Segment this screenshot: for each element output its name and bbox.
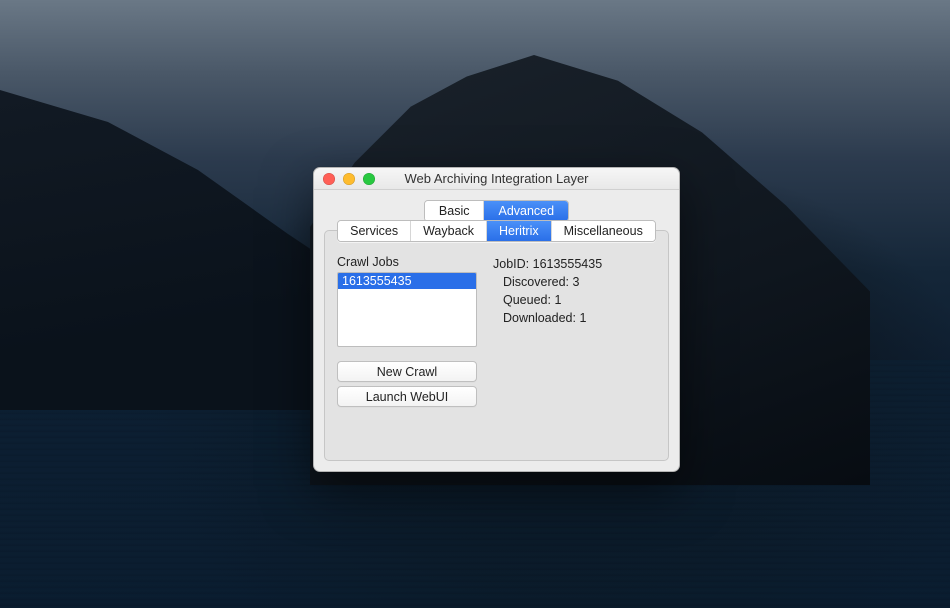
- new-crawl-button[interactable]: New Crawl: [337, 361, 477, 382]
- close-icon[interactable]: [323, 173, 335, 185]
- job-details-panel: JobID: 1613555435 Discovered: 3 Queued: …: [493, 255, 602, 407]
- tab-wayback[interactable]: Wayback: [410, 221, 486, 241]
- jobid-value: 1613555435: [533, 257, 603, 271]
- tab-heritrix[interactable]: Heritrix: [486, 221, 551, 241]
- app-window: Web Archiving Integration Layer Basic Ad…: [313, 167, 680, 472]
- downloaded-value: 1: [579, 311, 586, 325]
- list-item[interactable]: 1613555435: [338, 273, 476, 289]
- downloaded-label: Downloaded:: [503, 311, 576, 325]
- tab-miscellaneous[interactable]: Miscellaneous: [551, 221, 655, 241]
- tab-services[interactable]: Services: [338, 221, 410, 241]
- crawl-jobs-listbox[interactable]: 1613555435: [337, 272, 477, 347]
- discovered-value: 3: [572, 275, 579, 289]
- sub-tab-bar: Services Wayback Heritrix Miscellaneous: [337, 220, 656, 242]
- minimize-icon[interactable]: [343, 173, 355, 185]
- window-titlebar[interactable]: Web Archiving Integration Layer: [314, 168, 679, 190]
- tab-basic[interactable]: Basic: [425, 201, 484, 221]
- discovered-label: Discovered:: [503, 275, 569, 289]
- advanced-tab-group: Services Wayback Heritrix Miscellaneous …: [324, 230, 669, 461]
- tab-advanced[interactable]: Advanced: [483, 201, 568, 221]
- traffic-lights: [323, 173, 375, 185]
- desktop-background: Web Archiving Integration Layer Basic Ad…: [0, 0, 950, 608]
- queued-label: Queued:: [503, 293, 551, 307]
- jobid-label: JobID:: [493, 257, 529, 271]
- crawl-jobs-label: Crawl Jobs: [337, 255, 479, 269]
- desktop-mountain-deco: [0, 90, 360, 410]
- queued-value: 1: [554, 293, 561, 307]
- launch-webui-button[interactable]: Launch WebUI: [337, 386, 477, 407]
- zoom-icon[interactable]: [363, 173, 375, 185]
